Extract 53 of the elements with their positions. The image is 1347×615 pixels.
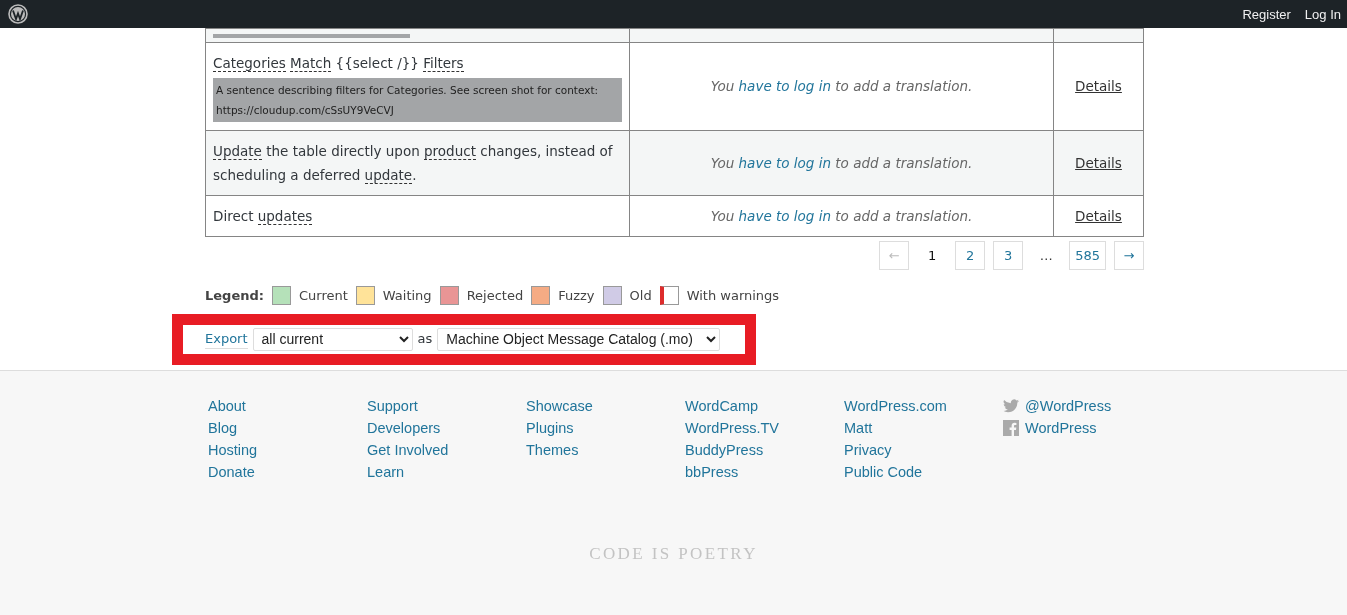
login-notice: You have to log in to add a translation.: [709, 153, 974, 173]
next-page-button[interactable]: →: [1114, 241, 1144, 270]
login-link[interactable]: have to log in: [738, 207, 831, 224]
footer-link[interactable]: Get Involved: [367, 438, 449, 461]
footer-link[interactable]: Themes: [526, 438, 579, 461]
legend-label: Fuzzy: [558, 287, 595, 305]
footer-link[interactable]: Matt: [844, 416, 873, 439]
letter-f-icon: [1003, 419, 1019, 436]
login-notice: You have to log in to add a translation.: [709, 206, 974, 226]
footer-link[interactable]: Donate: [208, 460, 255, 483]
filter-select[interactable]: all current: [252, 327, 413, 351]
footer-link[interactable]: WordPress.com: [844, 394, 947, 417]
as-label: as: [417, 330, 433, 349]
legend-label: With warnings: [686, 287, 780, 305]
footer-link[interactable]: Showcase: [526, 394, 593, 417]
original-string: Direct updates: [213, 207, 314, 227]
legend-label: Rejected: [466, 287, 524, 305]
legend-label: Waiting: [382, 287, 432, 305]
context-note: A sentence describing filters for Categories. See screen shot for context: https://cloudup.com/cSsUY9VeCVJ: [213, 78, 622, 122]
bird-icon: [1003, 398, 1019, 413]
footer-link[interactable]: WordCamp: [685, 394, 759, 417]
footer-link[interactable]: bbPress: [685, 460, 739, 483]
original-string: Categories Match {{select /}} Filters: [213, 54, 465, 74]
footer-link[interactable]: BuddyPress: [685, 438, 764, 461]
footer-link[interactable]: Support: [367, 394, 418, 417]
login-link[interactable]: have to log in: [738, 154, 831, 171]
account-link[interactable]: Log In: [1304, 7, 1341, 22]
login-notice: You have to log in to add a translation.: [709, 77, 974, 97]
login-link[interactable]: have to log in: [738, 78, 831, 95]
legend-label: Legend:: [205, 287, 264, 305]
details-link[interactable]: Details: [1075, 154, 1122, 171]
legend-label: Current: [299, 287, 348, 305]
footer-link[interactable]: Hosting: [208, 438, 258, 461]
details-link[interactable]: Details: [1075, 78, 1122, 95]
legend-label: Old: [629, 287, 652, 305]
footer-link[interactable]: About: [208, 394, 246, 417]
footer-link[interactable]: Learn: [367, 460, 405, 483]
footer-link[interactable]: Privacy: [844, 438, 892, 461]
footer-link[interactable]: Public Code: [844, 460, 923, 483]
original-string: Update the table directly upon product changes, instead of scheduling a deferred update.: [213, 142, 614, 186]
footer-link[interactable]: Plugins: [526, 416, 574, 439]
page-link[interactable]: 2: [955, 241, 986, 270]
page-link[interactable]: 585: [1069, 241, 1106, 270]
footer-link[interactable]: Developers: [367, 416, 441, 439]
account-link[interactable]: Register: [1242, 7, 1291, 22]
format-select[interactable]: Machine Object Message Catalog (.mo): [437, 327, 721, 351]
social-link[interactable]: WordPress: [1003, 416, 1097, 439]
export-link[interactable]: Export: [205, 328, 248, 350]
logo-icon[interactable]: [8, 4, 28, 24]
footer-link[interactable]: Blog: [208, 416, 238, 439]
social-link[interactable]: @WordPress: [1003, 394, 1112, 417]
page-link[interactable]: 3: [993, 241, 1024, 270]
footer-link[interactable]: WordPress.TV: [685, 416, 779, 439]
